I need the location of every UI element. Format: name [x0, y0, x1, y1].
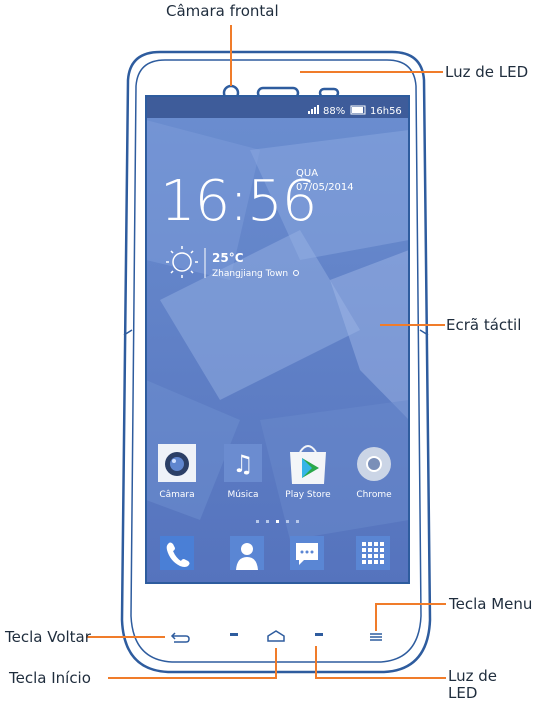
clock-day: QUA — [296, 168, 318, 179]
app-camera[interactable] — [158, 444, 196, 482]
front-camera-label: Câmara frontal — [166, 2, 279, 20]
home-key-label: Tecla Início — [9, 669, 91, 687]
app-label: Música — [227, 490, 258, 500]
app-chrome[interactable] — [357, 447, 391, 481]
menu-key-label: Tecla Menu — [449, 595, 533, 613]
status-time: 16h56 — [370, 106, 402, 117]
touchscreen-label: Ecrã táctil — [446, 316, 522, 334]
dock-phone[interactable] — [160, 536, 194, 570]
led-light-bottom — [315, 633, 323, 636]
app-label: Chrome — [356, 490, 392, 500]
weather-temp: 25°C — [212, 251, 244, 265]
dock-contacts[interactable] — [230, 536, 264, 570]
led-top-label: Luz de LED — [445, 63, 529, 81]
weather-location: Zhangjiang Town — [212, 269, 288, 279]
clock-date: 07/05/2014 — [296, 182, 354, 193]
battery-percent: 88% — [323, 106, 345, 117]
page-dot[interactable] — [276, 520, 279, 523]
led-mark-left — [230, 633, 238, 636]
page-dot[interactable] — [266, 520, 269, 523]
led-bottom-label-line1: Luz de — [448, 667, 497, 685]
clock-time: 16:56 — [160, 169, 316, 234]
led-bottom-label-line2: LED — [448, 684, 478, 702]
dock-messages[interactable] — [290, 536, 324, 570]
back-key-label: Tecla Voltar — [5, 628, 91, 646]
dock-app-drawer[interactable] — [356, 536, 390, 570]
app-label: Câmara — [159, 490, 194, 500]
app-label: Play Store — [285, 490, 331, 500]
app-music[interactable]: ♫ — [224, 444, 262, 482]
page-dot[interactable] — [296, 520, 299, 523]
svg-text:♫: ♫ — [232, 450, 254, 478]
page-dot[interactable] — [256, 520, 259, 523]
page-dot[interactable] — [286, 520, 289, 523]
